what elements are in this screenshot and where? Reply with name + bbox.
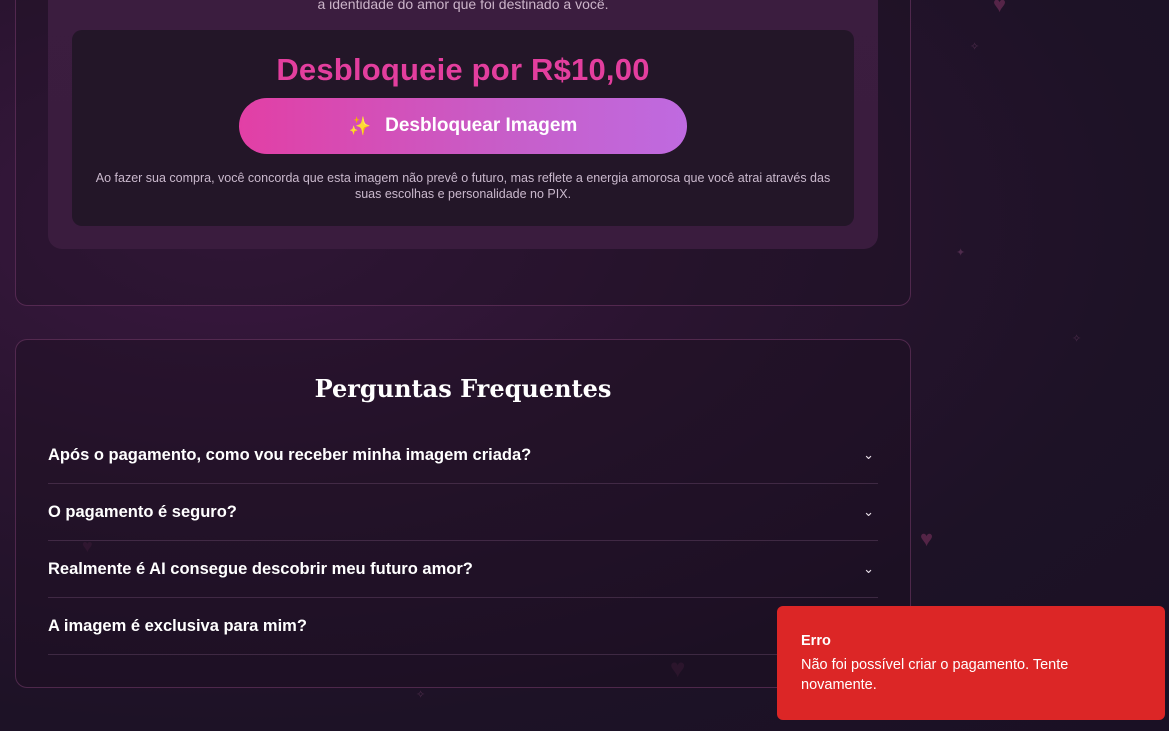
unlock-panel: a identidade do amor que foi destinado a… [48,0,878,249]
purchase-disclaimer: Ao fazer sua compra, você concorda que e… [95,171,831,201]
sparkle-decoration-icon: ✦ [956,247,966,259]
unlock-image-button[interactable]: ✨ Desbloquear Imagem [239,98,687,154]
heart-decoration-icon: ♥ [993,0,1007,17]
faq-item[interactable]: Realmente é AI consegue descobrir meu fu… [48,541,878,598]
unlock-button-label: Desbloquear Imagem [385,115,578,136]
sparkle-decoration-icon: ✧ [1072,333,1082,345]
price-heading: Desbloqueie por R$10,00 [276,52,650,87]
faq-question: Após o pagamento, como vou receber minha… [48,445,532,464]
sparkles-icon: ✨ [348,115,372,136]
error-toast[interactable]: Erro Não foi possível criar o pagamento.… [777,606,1165,720]
faq-item[interactable]: A imagem é exclusiva para mim? ⌄ [48,598,878,655]
sparkle-decoration-icon: ✧ [970,41,980,53]
faq-question: Realmente é AI consegue descobrir meu fu… [48,559,473,578]
sparkle-decoration-icon: ✧ [416,689,426,701]
toast-message: Não foi possível criar o pagamento. Tent… [801,657,1069,693]
purchase-box: Desbloqueie por R$10,00 ✨ Desbloquear Im… [72,30,854,226]
chevron-down-icon[interactable]: ⌄ [863,447,874,463]
unlock-card: a identidade do amor que foi destinado a… [15,0,911,306]
faq-list: Após o pagamento, como vou receber minha… [48,427,878,655]
heart-decoration-icon: ♥ [920,526,934,551]
faq-question: O pagamento é seguro? [48,502,237,521]
faq-item[interactable]: Após o pagamento, como vou receber minha… [48,427,878,484]
faq-question: A imagem é exclusiva para mim? [48,616,307,635]
toast-title: Erro [801,633,831,649]
intro-text: a identidade do amor que foi destinado a… [317,0,609,12]
faq-item[interactable]: O pagamento é seguro? ⌄ [48,484,878,541]
chevron-down-icon[interactable]: ⌄ [863,504,874,520]
chevron-down-icon[interactable]: ⌄ [863,561,874,577]
faq-title: Perguntas Frequentes [314,374,612,403]
